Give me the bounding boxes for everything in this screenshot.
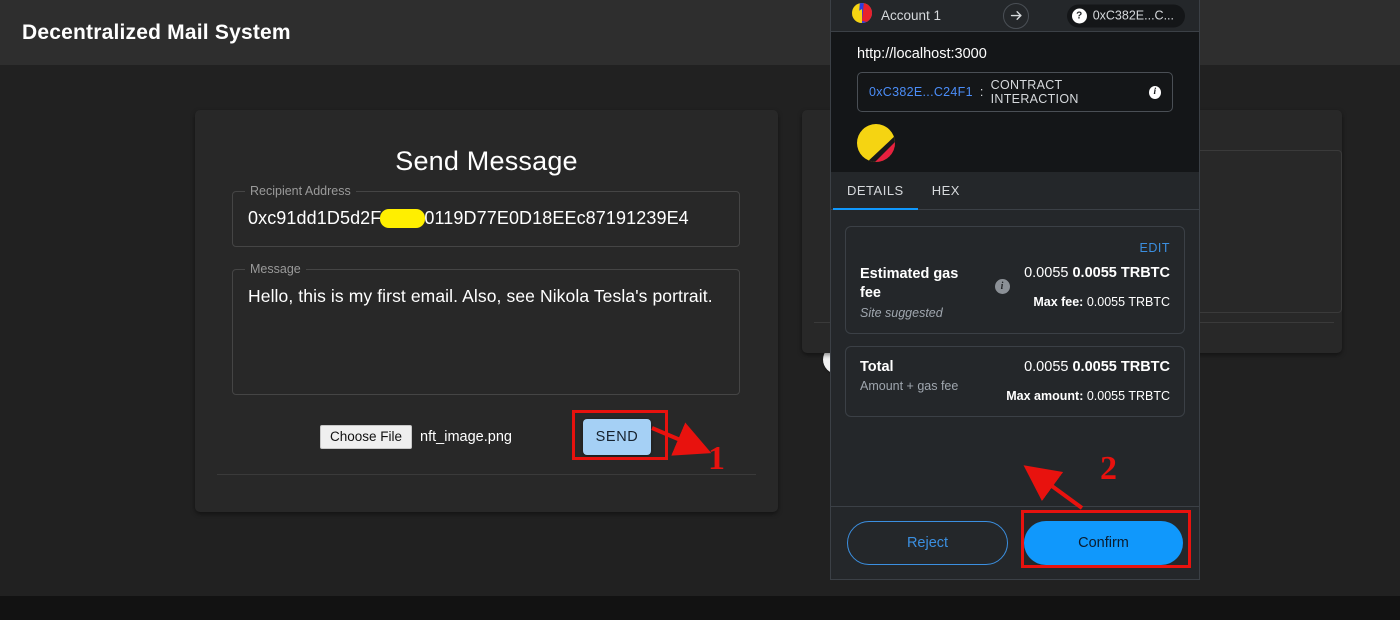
reject-button[interactable]: Reject bbox=[847, 521, 1008, 565]
redaction-highlight bbox=[380, 208, 426, 228]
card-divider bbox=[217, 474, 756, 475]
send-message-title: Send Message bbox=[395, 146, 578, 176]
total-amounts: 0.0055 0.0055 TRBTC Max amount: 0.0055 T… bbox=[1006, 359, 1170, 403]
gas-fee-sublabel: Site suggested bbox=[860, 306, 943, 320]
contract-jazzicon bbox=[857, 124, 1173, 167]
total-fiat: 0.0055 bbox=[1024, 359, 1069, 375]
total-labels: Total Amount + gas fee bbox=[860, 359, 958, 393]
gas-fee-amount-line: 0.0055 0.0055 TRBTC bbox=[1024, 265, 1170, 281]
total-amount-line: 0.0055 0.0055 TRBTC bbox=[1006, 359, 1170, 375]
screen-root: Decentralized Mail System Send Message R… bbox=[0, 0, 1400, 620]
question-badge-icon: ? bbox=[1071, 8, 1087, 23]
total-label: Total bbox=[860, 359, 894, 375]
choose-file-button[interactable]: Choose File bbox=[320, 425, 413, 449]
metamask-footer: Reject Confirm bbox=[831, 506, 1199, 579]
metamask-confirmation-popup: Account 1 ? 0xC382E...C... http://localh… bbox=[830, 0, 1200, 580]
gas-fee-label: Estimated gas fee bbox=[860, 266, 959, 301]
gas-fee-fiat: 0.0055 bbox=[1024, 265, 1069, 281]
recipient-address-field[interactable]: Recipient Address 0xc91dd1D5d2F 0119D77E0… bbox=[232, 184, 740, 247]
contract-action-text: CONTRACT INTERACTION bbox=[990, 78, 1079, 106]
metamask-account-name: Account 1 bbox=[881, 8, 942, 23]
message-value: Hello, this is my first email. Also, see… bbox=[248, 286, 713, 306]
arrow-right-icon bbox=[1003, 2, 1029, 29]
gas-max-fee-line: Max fee: 0.0055 TRBTC bbox=[1024, 295, 1170, 309]
total-crypto: 0.0055 TRBTC bbox=[1072, 359, 1170, 375]
jazzicon-avatar bbox=[852, 3, 872, 28]
metamask-tabs: DETAILS HEX bbox=[831, 172, 1199, 210]
message-field[interactable]: Message Hello, this is my first email. A… bbox=[232, 262, 740, 395]
max-fee-label: Max fee: bbox=[1033, 295, 1084, 309]
recipient-address-value: 0xc91dd1D5d2F 0119D77E0D18EEc87191239E4 bbox=[248, 208, 689, 229]
gas-edit-row: EDIT bbox=[860, 239, 1170, 257]
metamask-contract-short: 0xC382E...C... bbox=[1092, 8, 1174, 23]
contract-interaction-tag[interactable]: 0xC382E...C24F1 : CONTRACT INTERACTION i bbox=[857, 72, 1173, 112]
metamask-details-body: EDIT Estimated gas fee Site suggested i … bbox=[831, 210, 1199, 506]
max-amount-label: Max amount: bbox=[1006, 389, 1084, 403]
metamask-header: Account 1 ? 0xC382E...C... bbox=[831, 0, 1199, 32]
selected-file-name: nft_image.png bbox=[420, 429, 512, 445]
total-panel: Total Amount + gas fee 0.0055 0.0055 TRB… bbox=[845, 346, 1185, 417]
tab-details[interactable]: DETAILS bbox=[833, 172, 918, 210]
info-icon[interactable]: i bbox=[994, 279, 1010, 294]
gas-fee-amounts: 0.0055 0.0055 TRBTC Max fee: 0.0055 TRBT… bbox=[1024, 265, 1170, 309]
total-max-amount-line: Max amount: 0.0055 TRBTC bbox=[1006, 389, 1170, 403]
recipient-address-label: Recipient Address bbox=[245, 184, 356, 198]
send-message-card: Send Message Recipient Address 0xc91dd1D… bbox=[195, 110, 875, 512]
gas-fee-panel: EDIT Estimated gas fee Site suggested i … bbox=[845, 226, 1185, 334]
max-fee-value: 0.0055 TRBTC bbox=[1086, 295, 1170, 309]
message-label: Message bbox=[245, 262, 306, 276]
gas-fee-row: Estimated gas fee Site suggested i 0.005… bbox=[860, 265, 1170, 320]
contract-address-text: 0xC382E...C24F1 bbox=[869, 85, 973, 99]
total-row: Total Amount + gas fee 0.0055 0.0055 TRB… bbox=[860, 359, 1170, 403]
tab-hex[interactable]: HEX bbox=[918, 172, 974, 210]
recipient-address-suffix: 0119D77E0D18EEc87191239E4 bbox=[424, 208, 689, 228]
recipient-address-prefix: 0xc91dd1D5d2F bbox=[248, 208, 382, 228]
confirm-button[interactable]: Confirm bbox=[1024, 521, 1183, 565]
total-sublabel: Amount + gas fee bbox=[860, 379, 959, 393]
tag-separator: : bbox=[979, 85, 984, 99]
edit-gas-link[interactable]: EDIT bbox=[1140, 241, 1170, 255]
origin-url: http://localhost:3000 bbox=[857, 46, 987, 62]
info-icon[interactable]: i bbox=[1148, 85, 1161, 99]
metamask-contract-pill[interactable]: ? 0xC382E...C... bbox=[1066, 4, 1185, 27]
metamask-origin-block: http://localhost:3000 0xC382E...C24F1 : … bbox=[831, 32, 1199, 172]
send-button[interactable]: SEND bbox=[583, 419, 651, 455]
gas-fee-labels: Estimated gas fee Site suggested bbox=[860, 265, 980, 320]
file-upload-row: Choose File nft_image.png bbox=[320, 425, 512, 449]
metamask-account[interactable]: Account 1 bbox=[852, 3, 941, 28]
page-title: Decentralized Mail System bbox=[22, 20, 291, 44]
gas-fee-crypto: 0.0055 TRBTC bbox=[1072, 265, 1170, 281]
max-amount-value: 0.0055 TRBTC bbox=[1086, 389, 1170, 403]
